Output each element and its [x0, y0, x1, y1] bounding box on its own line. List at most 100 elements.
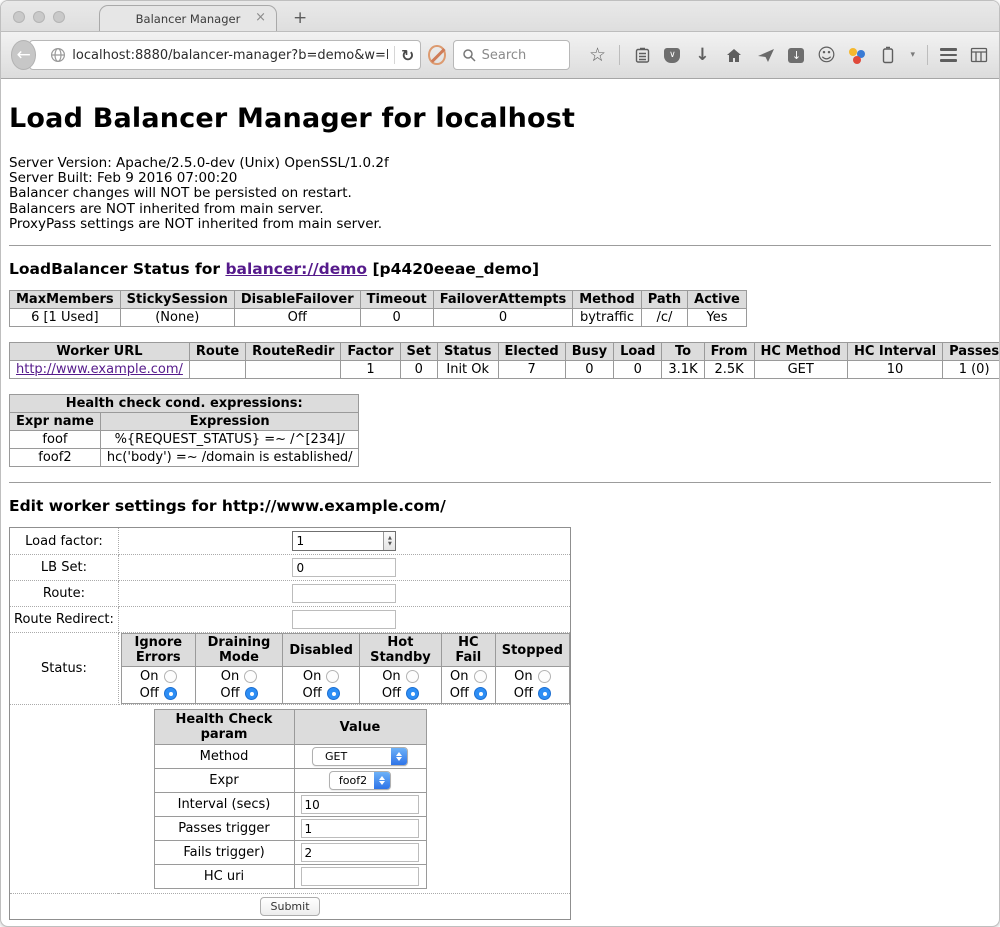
- expr-selected-value: foof2: [330, 772, 374, 789]
- tab-balancer-manager[interactable]: Balancer Manager ×: [99, 5, 277, 31]
- cell-path: /c/: [641, 309, 687, 327]
- table-header-row: Health Check param Value: [154, 710, 426, 745]
- server-built-line: Server Built: Feb 9 2016 07:00:20: [9, 171, 991, 186]
- smiley-chat-icon[interactable]: ☺: [816, 45, 836, 65]
- page-title: Load Balancer Manager for localhost: [9, 103, 991, 134]
- cell-factor: 1: [341, 361, 400, 379]
- balancer-status-table: MaxMembers StickySession DisableFailover…: [9, 290, 747, 327]
- hc-fail-off-radio[interactable]: [474, 687, 487, 700]
- col-load: Load: [614, 343, 662, 361]
- worker-url-link[interactable]: http://www.example.com/: [16, 362, 183, 377]
- loadbalancer-status-heading: LoadBalancer Status for balancer://demo …: [9, 260, 991, 278]
- ignore-errors-off-radio[interactable]: [164, 687, 177, 700]
- cell-method: bytraffic: [573, 309, 641, 327]
- table-row: foof2 hc('body') =~ /domain is establish…: [10, 449, 359, 467]
- hc-method-row: Method GET: [154, 745, 426, 769]
- search-input[interactable]: Search: [453, 40, 571, 70]
- hc-uri-input[interactable]: [301, 867, 419, 886]
- col-path: Path: [641, 291, 687, 309]
- form-row-status: Status: Ignore Errors Draining Mode Disa…: [10, 633, 571, 705]
- hot-standby-off-radio[interactable]: [406, 687, 419, 700]
- bookmark-star-icon[interactable]: ☆: [587, 45, 607, 65]
- off-label: Off: [514, 685, 533, 702]
- server-version-line: Server Version: Apache/2.5.0-dev (Unix) …: [9, 156, 991, 171]
- close-window-button[interactable]: [13, 11, 25, 23]
- load-factor-input[interactable]: 1 ▲▼: [292, 531, 396, 551]
- menu-icon[interactable]: [940, 48, 957, 62]
- divider: [9, 245, 991, 246]
- cell-route: [189, 361, 245, 379]
- col-elected: Elected: [498, 343, 565, 361]
- chevron-down-icon[interactable]: ▾: [910, 50, 915, 60]
- tab-close-icon[interactable]: ×: [255, 10, 266, 25]
- battery-clipboard-icon[interactable]: [878, 45, 898, 65]
- hc-uri-label: HC uri: [154, 865, 294, 889]
- expr-label: Expr: [154, 769, 294, 793]
- tab-bar: Balancer Manager × +: [1, 1, 999, 32]
- hc-expr-title: Health check cond. expressions:: [10, 395, 359, 413]
- col-stopped: Stopped: [495, 634, 569, 667]
- on-label: On: [450, 668, 468, 685]
- send-plane-icon[interactable]: [756, 45, 776, 65]
- downloads-icon[interactable]: ↓: [692, 45, 712, 65]
- passes-input[interactable]: [301, 819, 419, 838]
- stopped-on-radio[interactable]: [538, 670, 551, 683]
- url-bar[interactable]: localhost:8880/balancer-manager?b=demo&w…: [29, 40, 421, 70]
- disabled-off-radio[interactable]: [327, 687, 340, 700]
- table-header-row: Worker URL Route RouteRedir Factor Set S…: [10, 343, 1000, 361]
- reload-icon[interactable]: ↻: [401, 46, 414, 65]
- bookmarks-clipboard-icon[interactable]: [632, 45, 652, 65]
- method-select[interactable]: GET: [312, 747, 408, 766]
- url-text[interactable]: localhost:8880/balancer-manager?b=demo&w…: [72, 48, 388, 63]
- health-check-expressions-table: Health check cond. expressions: Expr nam…: [9, 394, 359, 467]
- status-heading-prefix: LoadBalancer Status for: [9, 260, 225, 278]
- ignore-errors-on-radio[interactable]: [164, 670, 177, 683]
- route-redirect-input[interactable]: [292, 610, 396, 629]
- number-spinner-icon[interactable]: ▲▼: [383, 532, 395, 550]
- off-label: Off: [140, 685, 159, 702]
- page-content: Load Balancer Manager for localhost Serv…: [1, 79, 999, 927]
- lb-set-input[interactable]: [292, 558, 396, 577]
- new-tab-button[interactable]: +: [293, 8, 307, 28]
- status-heading-suffix: [p4420eeae_demo]: [367, 260, 539, 278]
- expr-select[interactable]: foof2: [329, 771, 391, 790]
- table-row: http://www.example.com/ 1 0 Init Ok 7 0 …: [10, 361, 1000, 379]
- col-maxmembers: MaxMembers: [10, 291, 121, 309]
- cell-expr-name: foof2: [10, 449, 101, 467]
- cell-active: Yes: [688, 309, 747, 327]
- hot-standby-on-radio[interactable]: [406, 670, 419, 683]
- window-controls[interactable]: [13, 11, 65, 23]
- health-check-param-table: Health Check param Value Method GET: [154, 709, 427, 889]
- content-blocked-icon[interactable]: [428, 45, 445, 65]
- tab-title: Balancer Manager: [136, 12, 241, 26]
- on-label: On: [303, 668, 321, 685]
- form-row-load-factor: Load factor: 1 ▲▼: [10, 528, 571, 555]
- draining-mode-on-radio[interactable]: [244, 670, 257, 683]
- route-label: Route:: [10, 581, 119, 607]
- submit-button[interactable]: Submit: [260, 897, 319, 916]
- pocket-icon[interactable]: ∨: [664, 48, 680, 63]
- off-label: Off: [450, 685, 469, 702]
- col-expression: Expression: [100, 413, 359, 431]
- fails-input[interactable]: [301, 843, 419, 862]
- form-row-route: Route:: [10, 581, 571, 607]
- save-page-icon[interactable]: ↓: [788, 48, 804, 63]
- home-icon[interactable]: [724, 45, 744, 65]
- off-label: Off: [303, 685, 322, 702]
- search-icon: [462, 48, 476, 62]
- disabled-on-radio[interactable]: [326, 670, 339, 683]
- minimize-window-button[interactable]: [33, 11, 45, 23]
- route-input[interactable]: [292, 584, 396, 603]
- on-label: On: [514, 668, 532, 685]
- draining-mode-off-radio[interactable]: [245, 687, 258, 700]
- hc-fail-on-radio[interactable]: [474, 670, 487, 683]
- stopped-off-radio[interactable]: [538, 687, 551, 700]
- interval-input[interactable]: [301, 795, 419, 814]
- grid-pages-icon[interactable]: [969, 45, 989, 65]
- zoom-window-button[interactable]: [53, 11, 65, 23]
- cell-failoverattempts: 0: [433, 309, 573, 327]
- hc-fails-row: Fails trigger): [154, 841, 426, 865]
- balancer-demo-link[interactable]: balancer://demo: [225, 260, 367, 278]
- col-routeredir: RouteRedir: [246, 343, 341, 361]
- colored-dots-extension-icon[interactable]: [848, 46, 866, 64]
